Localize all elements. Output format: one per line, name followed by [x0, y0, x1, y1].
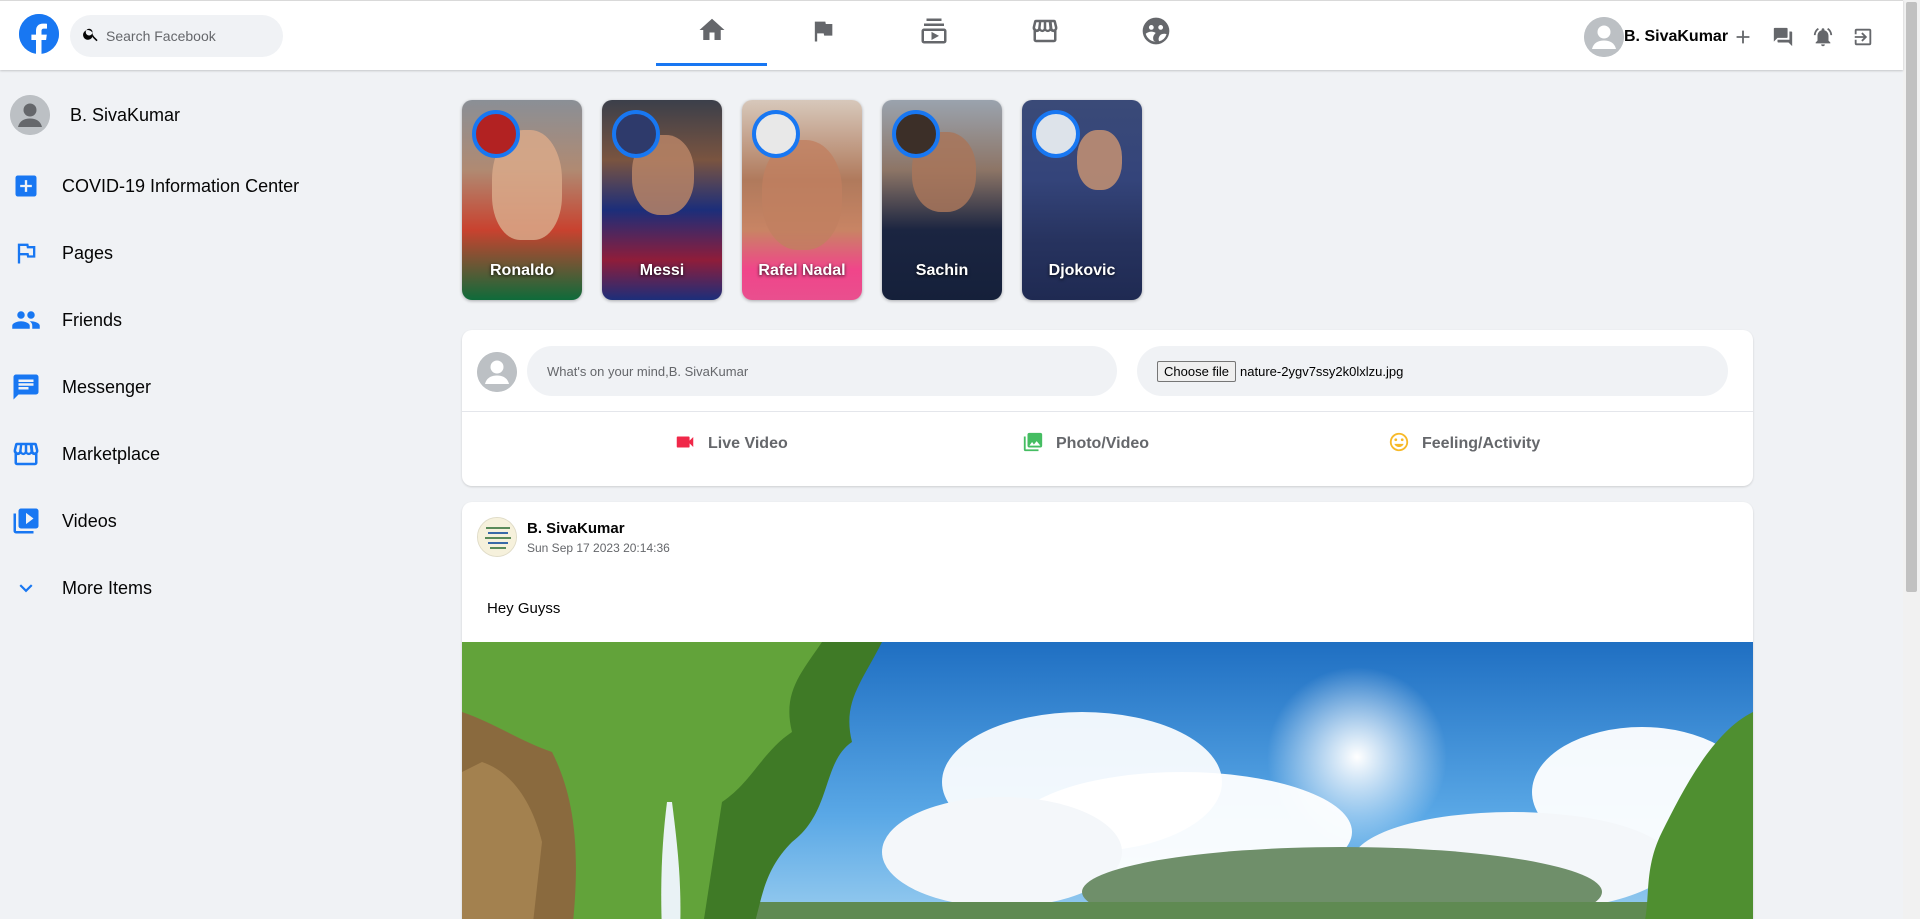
sidebar-item-messenger[interactable]: Messenger — [10, 363, 340, 411]
sidebar-item-label: Marketplace — [62, 443, 161, 464]
story-avatar — [472, 110, 520, 158]
story-card[interactable]: Djokovic — [1022, 100, 1142, 300]
tab-marketplace[interactable] — [989, 1, 1100, 66]
people-icon — [10, 304, 42, 336]
tab-home[interactable] — [656, 1, 767, 66]
status-input[interactable] — [547, 363, 1107, 379]
chevron-down-icon — [10, 572, 42, 604]
search-input[interactable] — [106, 28, 276, 44]
story-name: Ronaldo — [490, 262, 554, 279]
flag-outline-icon — [10, 237, 42, 269]
sidebar-user-name: B. SivaKumar — [70, 104, 181, 125]
photo-library-icon — [1022, 431, 1044, 458]
sidebar-item-marketplace[interactable]: Marketplace — [10, 430, 340, 478]
post-text: Hey Guyss — [487, 600, 561, 617]
plus-box-icon — [10, 170, 42, 202]
logout-icon[interactable] — [1850, 24, 1876, 50]
option-label: Photo/Video — [1056, 435, 1150, 452]
sidebar-item-label: Friends — [62, 309, 123, 330]
create-plus-icon[interactable] — [1730, 24, 1756, 50]
post-timestamp[interactable]: Sun Sep 17 2023 20:14:36 — [527, 541, 670, 555]
flag-icon — [809, 17, 837, 50]
page-scrollbar[interactable] — [1903, 0, 1920, 919]
story-avatar — [892, 110, 940, 158]
story-card[interactable]: Sachin — [882, 100, 1002, 300]
sidebar-item-profile[interactable]: B. SivaKumar — [10, 91, 340, 139]
photo-video-option[interactable]: Photo/Video — [1022, 426, 1149, 462]
sidebar-item-friends[interactable]: Friends — [10, 296, 340, 344]
messenger-forum-icon[interactable] — [1770, 24, 1796, 50]
status-input-wrapper[interactable] — [527, 346, 1117, 396]
choose-file-button[interactable]: Choose file — [1157, 360, 1237, 382]
tab-watch[interactable] — [878, 1, 989, 66]
feeling-activity-option[interactable]: Feeling/Activity — [1388, 426, 1540, 462]
subscriptions-icon — [919, 16, 949, 51]
story-name: Rafel Nadal — [758, 262, 846, 279]
sidebar-item-label: COVID-19 Information Center — [62, 175, 300, 196]
sidebar-item-label: More Items — [62, 577, 153, 598]
notifications-icon[interactable] — [1810, 24, 1836, 50]
scrollbar-thumb[interactable] — [1906, 2, 1917, 592]
story-name: Djokovic — [1048, 262, 1116, 279]
sidebar-item-covid[interactable]: COVID-19 Information Center — [10, 162, 340, 210]
post-author-name[interactable]: B. SivaKumar — [527, 520, 625, 537]
sidebar-item-pages[interactable]: Pages — [10, 229, 340, 277]
chat-icon — [10, 371, 42, 403]
sidebar-avatar — [10, 95, 50, 135]
post-composer: Choose file nature-2ygv7ssy2k0lxlzu.jpg … — [462, 330, 1753, 486]
tab-groups[interactable] — [1100, 1, 1211, 66]
videocam-icon — [674, 431, 696, 458]
sidebar-item-label: Messenger — [62, 376, 152, 397]
video-library-icon — [10, 505, 42, 537]
search-box[interactable] — [70, 15, 283, 57]
story-photo — [1077, 130, 1122, 190]
header-avatar[interactable] — [1584, 17, 1624, 57]
story-avatar — [612, 110, 660, 158]
storefront-icon — [1030, 16, 1060, 51]
option-label: Feeling/Activity — [1422, 435, 1541, 452]
file-input-wrapper[interactable]: Choose file nature-2ygv7ssy2k0lxlzu.jpg — [1137, 346, 1728, 396]
search-icon — [82, 25, 100, 48]
sidebar-item-label: Videos — [62, 510, 117, 531]
story-avatar — [1032, 110, 1080, 158]
composer-avatar — [477, 352, 517, 392]
top-navbar: B. SivaKumar — [0, 0, 1903, 70]
story-card[interactable]: Messi — [602, 100, 722, 300]
sidebar-item-label: Pages — [62, 242, 114, 263]
option-label: Live Video — [708, 435, 788, 452]
home-icon — [697, 15, 727, 50]
post-image[interactable] — [462, 642, 1753, 919]
live-video-option[interactable]: Live Video — [674, 426, 788, 462]
sidebar-item-videos[interactable]: Videos — [10, 497, 340, 545]
smiley-icon — [1388, 431, 1410, 458]
tab-pages[interactable] — [767, 1, 878, 66]
post-author-avatar[interactable] — [477, 517, 517, 557]
story-name: Messi — [639, 262, 685, 279]
feed-post: B. SivaKumar Sun Sep 17 2023 20:14:36 He… — [462, 502, 1753, 919]
story-name: Sachin — [915, 262, 969, 279]
selected-file-name: nature-2ygv7ssy2k0lxlzu.jpg — [1240, 363, 1404, 379]
story-card[interactable]: Rafel Nadal — [742, 100, 862, 300]
header-user-name[interactable]: B. SivaKumar — [1624, 28, 1728, 46]
composer-divider — [462, 411, 1753, 412]
sidebar-item-more[interactable]: More Items — [10, 564, 340, 612]
story-avatar — [752, 110, 800, 158]
storefront-icon — [10, 438, 42, 470]
facebook-logo-icon[interactable] — [19, 14, 59, 54]
story-card[interactable]: Ronaldo — [462, 100, 582, 300]
groups-icon — [1140, 15, 1172, 52]
